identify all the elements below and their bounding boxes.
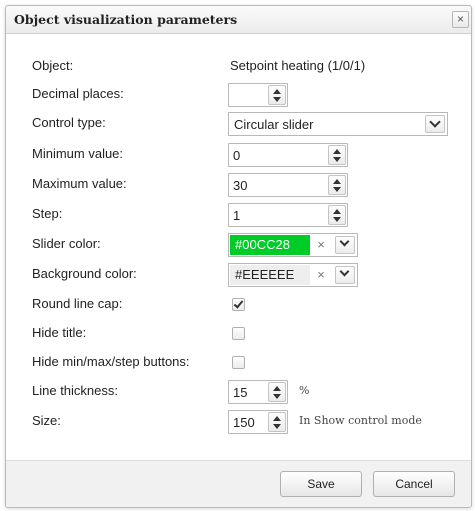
control-type-label: Control type:	[32, 115, 106, 130]
row-maximum-value: Maximum value: 30	[6, 173, 471, 197]
spin-down-icon[interactable]	[333, 217, 341, 222]
size-stepper[interactable]: 150	[228, 410, 288, 434]
decimal-places-label: Decimal places:	[32, 86, 124, 101]
close-icon: ×	[456, 12, 464, 26]
row-control-type: Control type: Circular slider	[6, 112, 471, 136]
size-spin-buttons[interactable]	[268, 412, 286, 432]
hide-title-checkbox[interactable]	[232, 327, 245, 340]
line-thickness-label: Line thickness:	[32, 383, 118, 398]
maximum-value-stepper[interactable]: 30	[228, 173, 348, 197]
close-button[interactable]: ×	[452, 11, 469, 28]
background-color-dropdown-button[interactable]	[335, 266, 355, 284]
spin-down-icon[interactable]	[273, 97, 281, 102]
decimal-places-stepper[interactable]	[228, 83, 288, 107]
row-slider-color: Slider color: #00CC28 ×	[6, 233, 471, 257]
size-label: Size:	[32, 413, 61, 428]
step-value: 1	[233, 208, 241, 223]
checkmark-icon	[233, 298, 244, 309]
row-hide-title: Hide title:	[6, 322, 471, 346]
save-button[interactable]: Save	[280, 471, 362, 497]
line-thickness-stepper[interactable]: 15	[228, 380, 288, 404]
round-line-cap-checkbox[interactable]	[232, 298, 245, 311]
control-type-value: Circular slider	[234, 117, 314, 132]
maximum-value-value: 30	[233, 178, 248, 193]
chevron-down-icon	[429, 116, 441, 128]
slider-color-picker[interactable]: #00CC28 ×	[228, 233, 358, 257]
object-value: Setpoint heating (1/0/1)	[230, 58, 366, 73]
spin-down-icon[interactable]	[273, 424, 281, 429]
slider-color-label: Slider color:	[32, 236, 101, 251]
step-stepper[interactable]: 1	[228, 203, 348, 227]
slider-color-dropdown-button[interactable]	[335, 236, 355, 254]
step-label: Step:	[32, 206, 63, 221]
spin-up-icon[interactable]	[273, 386, 281, 391]
line-thickness-value: 15	[233, 385, 248, 400]
line-thickness-unit: %	[299, 384, 310, 397]
row-hide-buttons: Hide min/max/step buttons:	[6, 351, 471, 375]
object-visualization-dialog: Object visualization parameters × Object…	[5, 5, 472, 508]
spin-up-icon[interactable]	[333, 149, 341, 154]
chevron-down-icon	[339, 266, 350, 277]
decimal-places-spin-buttons[interactable]	[268, 85, 286, 105]
hide-title-label: Hide title:	[32, 325, 87, 340]
cancel-button[interactable]: Cancel	[373, 471, 455, 497]
dialog-title: Object visualization parameters	[14, 12, 238, 27]
spin-down-icon[interactable]	[333, 157, 341, 162]
row-round-line-cap: Round line cap:	[6, 293, 471, 317]
hide-buttons-label: Hide min/max/step buttons:	[32, 354, 190, 369]
chevron-down-icon	[339, 236, 350, 247]
row-background-color: Background color: #EEEEEE ×	[6, 263, 471, 287]
spin-up-icon[interactable]	[333, 209, 341, 214]
object-label: Object:	[32, 58, 74, 73]
row-object: Object: Setpoint heating (1/0/1)	[6, 55, 471, 79]
dialog-body: Object: Setpoint heating (1/0/1) Decimal…	[6, 35, 471, 460]
background-color-swatch[interactable]: #EEEEEE	[230, 265, 310, 285]
step-spin-buttons[interactable]	[328, 205, 346, 225]
row-minimum-value: Minimum value: 0	[6, 143, 471, 167]
spin-up-icon[interactable]	[273, 89, 281, 94]
control-type-dropdown-button[interactable]	[425, 115, 445, 133]
spin-up-icon[interactable]	[333, 179, 341, 184]
maximum-value-spin-buttons[interactable]	[328, 175, 346, 195]
spin-down-icon[interactable]	[273, 394, 281, 399]
size-hint: In Show control mode	[299, 414, 422, 427]
maximum-value-label: Maximum value:	[32, 176, 127, 191]
background-color-label: Background color:	[32, 266, 137, 281]
size-value: 150	[233, 415, 255, 430]
minimum-value-stepper[interactable]: 0	[228, 143, 348, 167]
slider-color-swatch[interactable]: #00CC28	[230, 235, 310, 255]
minimum-value-spin-buttons[interactable]	[328, 145, 346, 165]
minimum-value-label: Minimum value:	[32, 146, 124, 161]
row-line-thickness: Line thickness: 15 %	[6, 380, 471, 404]
spin-down-icon[interactable]	[333, 187, 341, 192]
line-thickness-spin-buttons[interactable]	[268, 382, 286, 402]
control-type-select[interactable]: Circular slider	[228, 112, 448, 136]
minimum-value-value: 0	[233, 148, 241, 163]
round-line-cap-label: Round line cap:	[32, 296, 123, 311]
spin-up-icon[interactable]	[273, 416, 281, 421]
clear-icon[interactable]: ×	[314, 267, 328, 283]
hide-buttons-checkbox[interactable]	[232, 356, 245, 369]
row-size: Size: 150 In Show control mode	[6, 410, 471, 434]
background-color-picker[interactable]: #EEEEEE ×	[228, 263, 358, 287]
row-decimal-places: Decimal places:	[6, 83, 471, 107]
dialog-titlebar: Object visualization parameters ×	[6, 6, 471, 34]
row-step: Step: 1	[6, 203, 471, 227]
clear-icon[interactable]: ×	[314, 237, 328, 253]
